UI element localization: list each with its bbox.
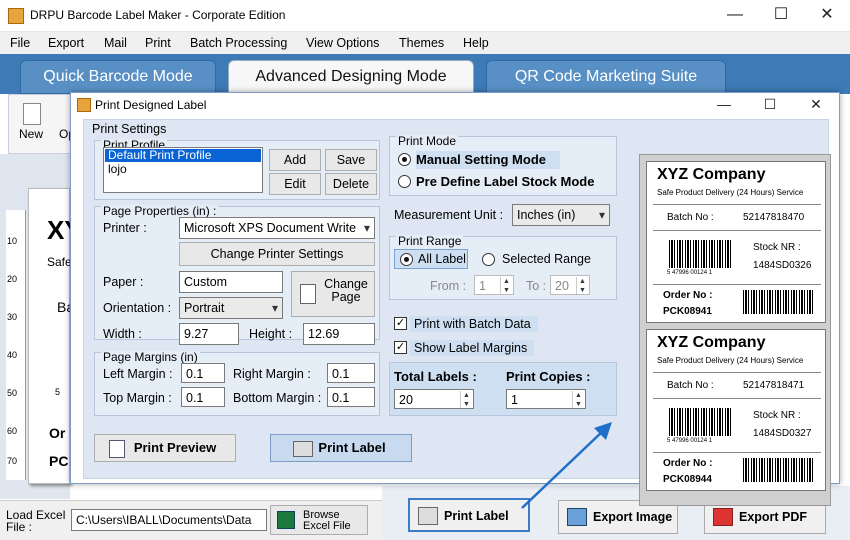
width-field[interactable]: 9.27 <box>179 323 239 345</box>
annotation-arrow-icon <box>521 422 612 509</box>
list-item[interactable]: lojo <box>104 163 262 176</box>
measurement-unit-select[interactable]: Inches (in) <box>512 204 610 226</box>
main-toolbar: New Op <box>8 94 78 154</box>
design-canvas[interactable]: XY Safe Ba 5 Or PC <box>28 188 82 484</box>
app-logo-icon <box>8 8 24 24</box>
menu-themes[interactable]: Themes <box>399 36 444 50</box>
menu-help[interactable]: Help <box>463 36 489 50</box>
predefine-stock-radio[interactable] <box>398 175 411 188</box>
dialog-body: Print Settings Print Profile Default Pri… <box>83 119 831 506</box>
page-properties-group: Page Properties (in) : Printer : Microso… <box>94 205 380 345</box>
new-button[interactable]: New <box>19 127 43 141</box>
page-margins-group: Page Margins (in) Left Margin : 0.1 Righ… <box>94 351 380 416</box>
dialog-minimize-button[interactable]: — <box>701 93 747 117</box>
paper-field[interactable]: Custom <box>179 271 283 293</box>
selected-range-radio[interactable] <box>482 253 495 266</box>
menu-file[interactable]: File <box>10 36 30 50</box>
print-profile-list[interactable]: Default Print Profile lojo <box>103 147 263 193</box>
list-item[interactable]: Default Print Profile <box>105 149 261 162</box>
print-range-group: Print Range All Label Selected Range Fro… <box>389 235 617 300</box>
change-page-button[interactable]: Change Page <box>291 271 375 317</box>
print-label-main-button[interactable]: Print Label <box>408 498 530 532</box>
label-preview-card: XYZ Company Safe Product Delivery (24 Ho… <box>646 161 826 323</box>
app-title: DRPU Barcode Label Maker - Corporate Edi… <box>30 8 286 22</box>
dialog-maximize-button[interactable]: ☐ <box>747 93 793 117</box>
browse-excel-button[interactable]: Browse Excel File <box>270 505 368 535</box>
height-field[interactable]: 12.69 <box>303 323 375 345</box>
orientation-select[interactable]: Portrait <box>179 297 283 319</box>
print-mode-group: Print Mode Manual Setting Mode Pre Defin… <box>389 135 617 196</box>
top-margin-field[interactable]: 0.1 <box>181 387 225 407</box>
menu-export[interactable]: Export <box>48 36 84 50</box>
print-copies-field[interactable]: 1 ▲ ▼ <box>506 389 586 409</box>
mode-tab-bar: Quick Barcode Mode Advanced Designing Mo… <box>0 54 850 94</box>
save-profile-button[interactable]: Save <box>325 149 377 171</box>
page-gear-icon <box>300 284 316 304</box>
menu-batch-processing[interactable]: Batch Processing <box>190 36 287 50</box>
total-labels-field[interactable]: 20 ▲ ▼ <box>394 389 474 409</box>
print-label-dialog-button[interactable]: Print Label <box>270 434 412 462</box>
label-preview-panel: XYZ Company Safe Product Delivery (24 Ho… <box>639 154 831 506</box>
print-designed-label-dialog: Print Designed Label — ☐ ✕ Print Setting… <box>70 92 840 506</box>
dialog-titlebar: Print Designed Label — ☐ ✕ <box>71 93 839 117</box>
menu-print[interactable]: Print <box>145 36 171 50</box>
printer-icon <box>418 507 438 525</box>
tab-qr-marketing[interactable]: QR Code Marketing Suite <box>486 60 726 94</box>
print-settings-title: Print Settings <box>92 122 167 136</box>
manual-setting-radio[interactable] <box>398 153 411 166</box>
dialog-title: Print Designed Label <box>95 98 207 112</box>
printer-icon <box>293 441 313 457</box>
batch-data-checkbox[interactable]: ✓ <box>394 317 407 330</box>
tab-advanced-designing[interactable]: Advanced Designing Mode <box>228 60 474 94</box>
excel-icon <box>277 511 295 529</box>
show-margins-checkbox[interactable]: ✓ <box>394 341 407 354</box>
bottom-margin-field[interactable]: 0.1 <box>327 387 375 407</box>
magnifier-icon <box>109 440 125 458</box>
menu-mail[interactable]: Mail <box>104 36 127 50</box>
barcode-linear <box>669 240 733 268</box>
delete-profile-button[interactable]: Delete <box>325 173 377 195</box>
printer-select[interactable]: Microsoft XPS Document Write <box>179 217 375 239</box>
totals-group: Total Labels : 20 ▲ ▼ Print Copies : 1 ▲ ▼ <box>389 362 617 416</box>
barcode-linear <box>669 408 733 436</box>
print-profile-group: Print Profile Default Print Profile lojo… <box>94 139 380 200</box>
menu-bar: File Export Mail Print Batch Processing … <box>0 32 850 54</box>
barcode-linear <box>743 458 815 482</box>
change-printer-settings-button[interactable]: Change Printer Settings <box>179 242 375 266</box>
edit-profile-button[interactable]: Edit <box>269 173 321 195</box>
range-from-field[interactable]: 1 ▲ ▼ <box>474 275 514 295</box>
tab-quick-barcode[interactable]: Quick Barcode Mode <box>20 60 216 94</box>
print-preview-button[interactable]: Print Preview <box>94 434 236 462</box>
app-titlebar: DRPU Barcode Label Maker - Corporate Edi… <box>0 0 850 32</box>
left-margin-field[interactable]: 0.1 <box>181 363 225 383</box>
close-button[interactable]: ✕ <box>804 0 850 32</box>
all-label-radio[interactable] <box>400 253 413 266</box>
barcode-linear <box>743 290 815 314</box>
range-to-field[interactable]: 20 ▲ ▼ <box>550 275 590 295</box>
label-preview-card: XYZ Company Safe Product Delivery (24 Ho… <box>646 329 826 491</box>
add-profile-button[interactable]: Add <box>269 149 321 171</box>
new-file-icon <box>23 103 41 125</box>
vertical-ruler: 10 20 30 40 50 60 70 <box>6 210 26 480</box>
right-margin-field[interactable]: 0.1 <box>327 363 375 383</box>
excel-path-field[interactable]: C:\Users\IBALL\Documents\Data <box>71 509 267 531</box>
maximize-button[interactable]: ☐ <box>758 0 804 32</box>
pdf-icon <box>713 508 733 526</box>
menu-view-options[interactable]: View Options <box>306 36 379 50</box>
minimize-button[interactable]: — <box>712 0 758 32</box>
dialog-app-icon <box>77 98 91 112</box>
dialog-close-button[interactable]: ✕ <box>793 93 839 117</box>
load-excel-label: Load Excel File : <box>6 508 66 534</box>
